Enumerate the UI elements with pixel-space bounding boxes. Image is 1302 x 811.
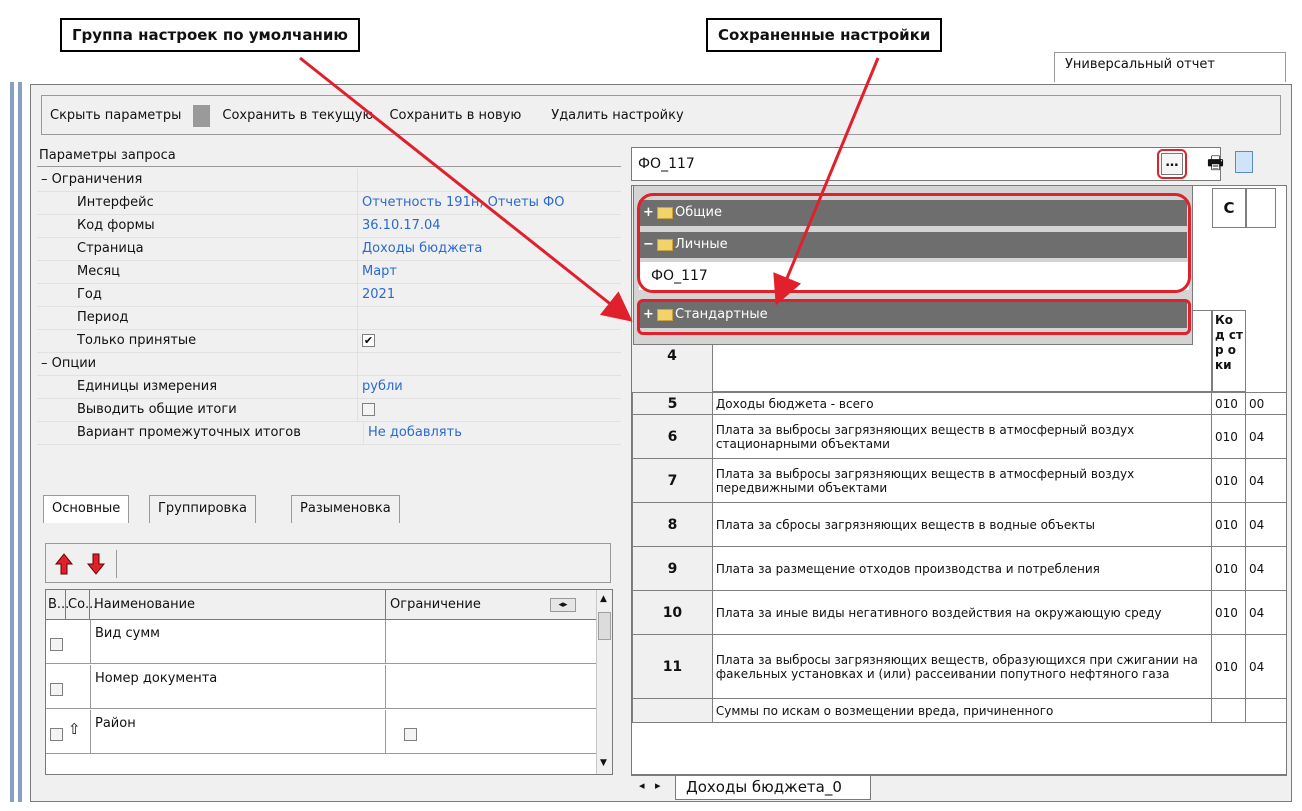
- arrow-default-group: [299, 56, 633, 322]
- arrow-saved-settings: [773, 57, 880, 306]
- annotation-arrows: [299, 56, 880, 322]
